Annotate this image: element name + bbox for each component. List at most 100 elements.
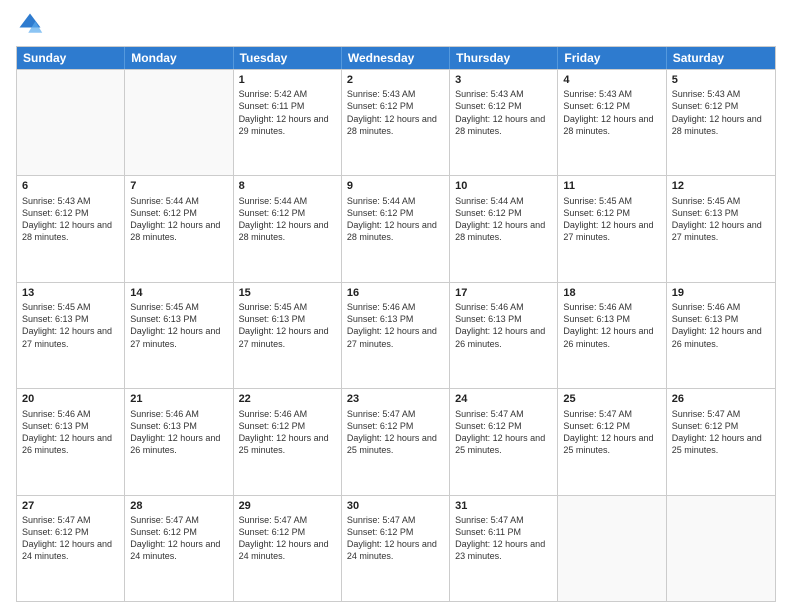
day-number: 15 [239,286,336,300]
day-info: Sunrise: 5:47 AMSunset: 6:12 PMDaylight:… [239,514,336,563]
calendar-cell [667,496,775,601]
day-number: 10 [455,179,552,193]
day-info: Sunrise: 5:47 AMSunset: 6:12 PMDaylight:… [22,514,119,563]
day-number: 2 [347,73,444,87]
calendar-cell: 6 Sunrise: 5:43 AMSunset: 6:12 PMDaylight… [17,176,125,281]
calendar-cell: 9 Sunrise: 5:44 AMSunset: 6:12 PMDaylight… [342,176,450,281]
calendar-cell: 11 Sunrise: 5:45 AMSunset: 6:12 PMDayligh… [558,176,666,281]
calendar-cell: 19Sunrise: 5:46 AMSunset: 6:13 PMDayligh… [667,283,775,388]
calendar-cell: 1Sunrise: 5:42 AMSunset: 6:11 PMDaylight… [234,70,342,175]
calendar-cell: 18Sunrise: 5:46 AMSunset: 6:13 PMDayligh… [558,283,666,388]
day-info: Sunrise: 5:47 AMSunset: 6:11 PMDaylight:… [455,514,552,563]
calendar-cell: 3Sunrise: 5:43 AMSunset: 6:12 PMDaylight… [450,70,558,175]
day-number: 17 [455,286,552,300]
calendar: SundayMondayTuesdayWednesdayThursdayFrid… [16,46,776,602]
day-info: Sunrise: 5:45 AMSunset: 6:12 PMDaylight:… [563,195,660,244]
day-info: Sunrise: 5:46 AMSunset: 6:13 PMDaylight:… [672,301,770,350]
day-info: Sunrise: 5:46 AMSunset: 6:13 PMDaylight:… [22,408,119,457]
day-info: Sunrise: 5:43 AMSunset: 6:12 PMDaylight:… [672,88,770,137]
calendar-header-friday: Friday [558,47,666,69]
day-number: 25 [563,392,660,406]
day-info: Sunrise: 5:46 AMSunset: 6:13 PMDaylight:… [455,301,552,350]
calendar-cell [125,70,233,175]
calendar-cell: 22 Sunrise: 5:46 AMSunset: 6:12 PMDayligh… [234,389,342,494]
calendar-cell: 25 Sunrise: 5:47 AMSunset: 6:12 PMDayligh… [558,389,666,494]
day-number: 30 [347,499,444,513]
day-number: 26 [672,392,770,406]
calendar-header-sunday: Sunday [17,47,125,69]
day-number: 6 [22,179,119,193]
day-info: Sunrise: 5:45 AMSunset: 6:13 PMDaylight:… [22,301,119,350]
calendar-cell: 23Sunrise: 5:47 AMSunset: 6:12 PMDayligh… [342,389,450,494]
day-info: Sunrise: 5:43 AMSunset: 6:12 PMDaylight:… [563,88,660,137]
header [16,10,776,38]
day-number: 4 [563,73,660,87]
logo [16,10,48,38]
calendar-cell: 7 Sunrise: 5:44 AMSunset: 6:12 PMDaylight… [125,176,233,281]
day-number: 8 [239,179,336,193]
day-info: Sunrise: 5:47 AMSunset: 6:12 PMDaylight:… [563,408,660,457]
logo-icon [16,10,44,38]
day-info: Sunrise: 5:44 AMSunset: 6:12 PMDaylight:… [130,195,227,244]
day-number: 22 [239,392,336,406]
day-number: 19 [672,286,770,300]
day-number: 29 [239,499,336,513]
day-info: Sunrise: 5:47 AMSunset: 6:12 PMDaylight:… [347,514,444,563]
day-number: 12 [672,179,770,193]
calendar-cell: 20 Sunrise: 5:46 AMSunset: 6:13 PMDayligh… [17,389,125,494]
day-number: 13 [22,286,119,300]
day-info: Sunrise: 5:43 AMSunset: 6:12 PMDaylight:… [22,195,119,244]
calendar-cell: 27Sunrise: 5:47 AMSunset: 6:12 PMDayligh… [17,496,125,601]
day-number: 28 [130,499,227,513]
day-number: 27 [22,499,119,513]
calendar-header-tuesday: Tuesday [234,47,342,69]
day-number: 16 [347,286,444,300]
day-number: 7 [130,179,227,193]
calendar-week-0: 1Sunrise: 5:42 AMSunset: 6:11 PMDaylight… [17,69,775,175]
day-info: Sunrise: 5:47 AMSunset: 6:12 PMDaylight:… [672,408,770,457]
calendar-week-1: 6 Sunrise: 5:43 AMSunset: 6:12 PMDaylight… [17,175,775,281]
day-info: Sunrise: 5:46 AMSunset: 6:13 PMDaylight:… [130,408,227,457]
day-info: Sunrise: 5:46 AMSunset: 6:12 PMDaylight:… [239,408,336,457]
day-number: 18 [563,286,660,300]
day-info: Sunrise: 5:44 AMSunset: 6:12 PMDaylight:… [239,195,336,244]
calendar-week-4: 27Sunrise: 5:47 AMSunset: 6:12 PMDayligh… [17,495,775,601]
calendar-cell: 31Sunrise: 5:47 AMSunset: 6:11 PMDayligh… [450,496,558,601]
day-number: 11 [563,179,660,193]
day-number: 5 [672,73,770,87]
day-number: 20 [22,392,119,406]
calendar-cell: 4Sunrise: 5:43 AMSunset: 6:12 PMDaylight… [558,70,666,175]
calendar-cell: 12 Sunrise: 5:45 AMSunset: 6:13 PMDayligh… [667,176,775,281]
calendar-cell: 24 Sunrise: 5:47 AMSunset: 6:12 PMDayligh… [450,389,558,494]
calendar-header-thursday: Thursday [450,47,558,69]
calendar-header-saturday: Saturday [667,47,775,69]
calendar-header-monday: Monday [125,47,233,69]
calendar-cell [558,496,666,601]
day-info: Sunrise: 5:44 AMSunset: 6:12 PMDaylight:… [347,195,444,244]
day-info: Sunrise: 5:45 AMSunset: 6:13 PMDaylight:… [672,195,770,244]
day-info: Sunrise: 5:43 AMSunset: 6:12 PMDaylight:… [347,88,444,137]
day-info: Sunrise: 5:44 AMSunset: 6:12 PMDaylight:… [455,195,552,244]
day-number: 24 [455,392,552,406]
calendar-cell: 26 Sunrise: 5:47 AMSunset: 6:12 PMDayligh… [667,389,775,494]
day-number: 23 [347,392,444,406]
page: SundayMondayTuesdayWednesdayThursdayFrid… [0,0,792,612]
day-number: 21 [130,392,227,406]
day-info: Sunrise: 5:43 AMSunset: 6:12 PMDaylight:… [455,88,552,137]
day-info: Sunrise: 5:47 AMSunset: 6:12 PMDaylight:… [455,408,552,457]
day-info: Sunrise: 5:45 AMSunset: 6:13 PMDaylight:… [239,301,336,350]
day-number: 3 [455,73,552,87]
calendar-body: 1Sunrise: 5:42 AMSunset: 6:11 PMDaylight… [17,69,775,601]
calendar-cell: 29Sunrise: 5:47 AMSunset: 6:12 PMDayligh… [234,496,342,601]
calendar-cell: 28Sunrise: 5:47 AMSunset: 6:12 PMDayligh… [125,496,233,601]
day-number: 31 [455,499,552,513]
calendar-cell: 5Sunrise: 5:43 AMSunset: 6:12 PMDaylight… [667,70,775,175]
day-info: Sunrise: 5:46 AMSunset: 6:13 PMDaylight:… [563,301,660,350]
calendar-cell: 16Sunrise: 5:46 AMSunset: 6:13 PMDayligh… [342,283,450,388]
calendar-cell: 14Sunrise: 5:45 AMSunset: 6:13 PMDayligh… [125,283,233,388]
calendar-cell: 17Sunrise: 5:46 AMSunset: 6:13 PMDayligh… [450,283,558,388]
calendar-cell: 8 Sunrise: 5:44 AMSunset: 6:12 PMDaylight… [234,176,342,281]
day-number: 9 [347,179,444,193]
calendar-week-3: 20 Sunrise: 5:46 AMSunset: 6:13 PMDayligh… [17,388,775,494]
calendar-week-2: 13Sunrise: 5:45 AMSunset: 6:13 PMDayligh… [17,282,775,388]
